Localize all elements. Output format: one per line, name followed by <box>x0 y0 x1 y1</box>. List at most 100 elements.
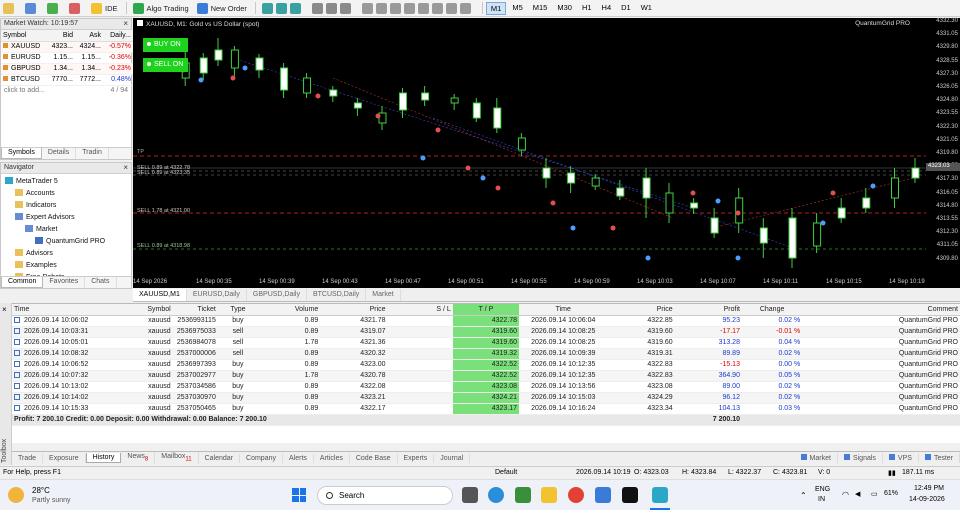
navigator-tab-1[interactable]: Favorites <box>43 277 86 288</box>
profiles-button[interactable] <box>22 1 42 16</box>
tray-chevron-icon[interactable]: ⌃ <box>800 491 807 500</box>
language-2[interactable]: IN <box>818 496 825 503</box>
history-row[interactable]: 2026.09.14 10:05:01 xauusd 2536984078 sell 1… <box>12 337 960 349</box>
store-icon[interactable] <box>515 487 531 503</box>
terminal-tab-calendar[interactable]: Calendar <box>199 453 241 463</box>
navigator-item[interactable]: Expert Advisors <box>3 212 129 224</box>
market-watch-row[interactable]: XAUUSD 4323... 4324... -0.57% <box>1 41 133 53</box>
search-box[interactable]: Search <box>317 486 453 505</box>
terminal-tab-trade[interactable]: Trade <box>12 453 44 463</box>
history-col-7[interactable]: T / P <box>452 304 520 316</box>
right-tab-market[interactable]: Market <box>795 453 838 463</box>
chart-tab-0[interactable]: XAUUSD,M1 <box>133 289 187 301</box>
navigator-tab-2[interactable]: Chats <box>85 277 117 288</box>
terminal-tab-journal[interactable]: Journal <box>434 453 471 463</box>
timeframe-h4[interactable]: H4 <box>598 2 616 15</box>
terminal-tab-history[interactable]: History <box>85 453 122 463</box>
history-col-11[interactable]: Change <box>741 304 803 316</box>
timeframe-m5[interactable]: M5 <box>508 2 526 15</box>
chart-tab-1[interactable]: EURUSD,Daily <box>187 289 247 301</box>
terminal-tab-mailbox[interactable]: Mailbox11 <box>155 452 199 464</box>
terminal-tab-company[interactable]: Company <box>240 453 283 463</box>
navigator-item[interactable]: Examples <box>3 260 129 272</box>
tradingview-icon[interactable] <box>622 487 638 503</box>
history-col-4[interactable]: Volume <box>258 304 321 316</box>
timeframe-w1[interactable]: W1 <box>637 2 656 15</box>
history-row[interactable]: 2026.09.14 10:14:02 xauusd 2537030970 buy 0.… <box>12 392 960 404</box>
windows-start-icon[interactable] <box>292 488 306 502</box>
market-watch-col-2[interactable]: Ask <box>75 30 103 42</box>
navigator-item[interactable]: Market <box>3 224 129 236</box>
file-explorer-icon[interactable] <box>541 487 557 503</box>
close-icon[interactable]: × <box>2 305 7 314</box>
battery-icon[interactable]: ▭ <box>871 490 878 498</box>
terminal-tab-alerts[interactable]: Alerts <box>283 453 314 463</box>
wifi-icon[interactable]: ◠ <box>842 490 849 499</box>
volume-icon[interactable]: ◀ <box>855 490 860 498</box>
new-file-button[interactable] <box>0 1 20 16</box>
navigator-item[interactable]: QuantumGrid PRO <box>3 236 129 248</box>
sell-on-button[interactable]: SELL ON <box>143 58 188 72</box>
history-row[interactable]: 2026.09.14 10:08:32 xauusd 2537000006 sell 0… <box>12 348 960 360</box>
price-chart[interactable]: XAUUSD, M1: Gold vs US Dollar (spot) Qua… <box>133 18 928 288</box>
toolbox-sidebar[interactable]: Toolbox × <box>0 303 12 465</box>
timeframe-h1[interactable]: H1 <box>578 2 596 15</box>
right-tab-vps[interactable]: VPS <box>883 453 919 463</box>
navigator-tab-0[interactable]: Common <box>1 277 44 288</box>
history-row[interactable]: 2026.09.14 10:13:02 xauusd 2537034586 buy 0.… <box>12 381 960 393</box>
history-col-0[interactable]: Time <box>12 304 103 316</box>
chart-tools-button[interactable] <box>259 1 307 16</box>
market-watch-col-1[interactable]: Bid <box>47 30 75 42</box>
terminal-tab-articles[interactable]: Articles <box>314 453 350 463</box>
history-col-9[interactable]: Price <box>607 304 675 316</box>
weather-icon[interactable] <box>8 487 24 503</box>
terminal-tab-experts[interactable]: Experts <box>398 453 435 463</box>
drawing-tools[interactable] <box>359 1 477 16</box>
clock-time[interactable]: 12:49 PM <box>914 485 944 492</box>
clock-date[interactable]: 14-09-2026 <box>909 496 945 503</box>
market-watch-row[interactable]: BTCUSD 7770... 7772... 0.48% <box>1 74 133 86</box>
history-col-1[interactable]: Symbol <box>102 304 173 316</box>
history-col-6[interactable]: S / L <box>387 304 453 316</box>
new-order-button[interactable]: New Order <box>194 1 250 16</box>
right-tab-tester[interactable]: Tester <box>919 453 960 463</box>
navigator-item[interactable]: Advisors <box>3 248 129 260</box>
market-watch-row[interactable]: EURUSD 1.15... 1.15... -0.36% <box>1 52 133 64</box>
task-view-icon[interactable] <box>462 487 478 503</box>
ide-button[interactable]: IDE <box>88 1 121 16</box>
terminal-tab-news[interactable]: News8 <box>121 452 156 464</box>
timeframe-m30[interactable]: M30 <box>553 2 576 15</box>
chart-tab-2[interactable]: GBPUSD,Daily <box>247 289 307 301</box>
market-watch-tab-1[interactable]: Details <box>42 148 77 159</box>
market-watch-tab-0[interactable]: Symbols <box>1 148 42 159</box>
edge-icon[interactable] <box>488 487 504 503</box>
history-col-2[interactable]: Ticket <box>172 304 218 316</box>
market-watch-button[interactable] <box>44 1 64 16</box>
close-icon[interactable]: × <box>123 19 128 28</box>
history-row[interactable]: 2026.09.14 10:06:02 xauusd 2536993115 buy 0.… <box>12 315 960 327</box>
algo-trading-button[interactable]: Algo Trading <box>130 1 192 16</box>
terminal-tab-exposure[interactable]: Exposure <box>43 453 86 463</box>
timeframe-d1[interactable]: D1 <box>617 2 635 15</box>
profile-name[interactable]: Default <box>495 469 517 476</box>
history-col-8[interactable]: Time <box>519 304 608 316</box>
chart-tab-4[interactable]: Market <box>366 289 401 301</box>
price-axis[interactable]: 4332.30 4331.05 4329.80 4328.55 4327.30 4326.… <box>926 18 960 288</box>
market-watch-row[interactable]: GBPUSD 1.34... 1.34... -0.23% <box>1 63 133 75</box>
chart-tab-3[interactable]: BTCUSD,Daily <box>307 289 367 301</box>
market-watch-tab-2[interactable]: Tradin <box>76 148 109 159</box>
history-row[interactable]: 2026.09.14 10:06:52 xauusd 2536997393 buy 0.… <box>12 359 960 371</box>
zoom-buttons[interactable] <box>309 1 357 16</box>
outlook-icon[interactable] <box>595 487 611 503</box>
buy-on-button[interactable]: BUY ON <box>143 38 188 52</box>
history-col-10[interactable]: Profit <box>674 304 742 316</box>
history-row[interactable]: 2026.09.14 10:07:32 xauusd 2537002977 buy 1.… <box>12 370 960 382</box>
market-watch-col-3[interactable]: Daily... <box>103 30 133 42</box>
close-icon[interactable]: × <box>123 163 128 172</box>
history-col-12[interactable]: Comment <box>802 304 960 316</box>
history-row[interactable]: 2026.09.14 10:15:33 xauusd 2537050465 buy 0.… <box>12 403 960 415</box>
history-row[interactable]: 2026.09.14 10:03:31 xauusd 2536975033 sell 0… <box>12 326 960 338</box>
navigator-item[interactable]: MetaTrader 5 <box>3 176 129 188</box>
terminal-tab-code-base[interactable]: Code Base <box>350 453 398 463</box>
timeframe-m1[interactable]: M1 <box>485 1 507 15</box>
